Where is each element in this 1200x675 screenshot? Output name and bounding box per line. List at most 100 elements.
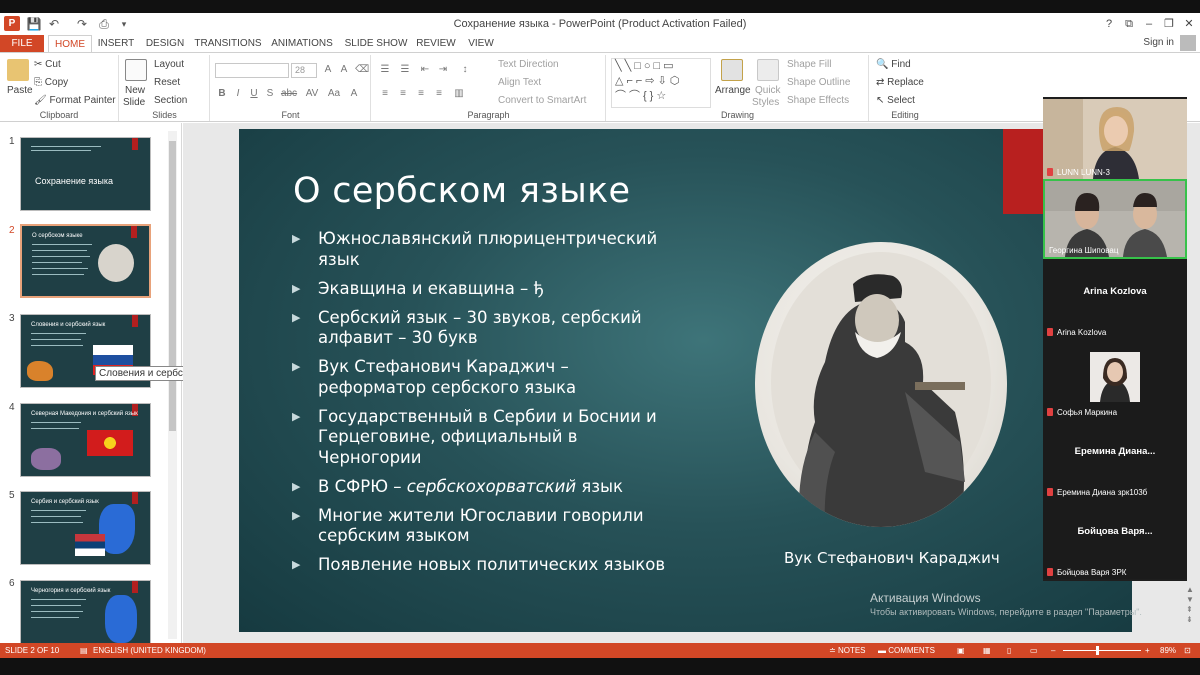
align-text-button[interactable]: Align Text	[498, 77, 541, 88]
underline-button[interactable]: U	[247, 87, 261, 101]
fit-to-window-icon[interactable]: ⊡	[1184, 646, 1191, 655]
slide-thumbnail-2[interactable]: О сербском языке	[20, 224, 151, 298]
participant-tile-video[interactable]: LUNN LUNN-3	[1043, 99, 1187, 179]
tab-animations[interactable]: ANIMATIONS	[268, 35, 336, 52]
new-slide-icon[interactable]	[125, 59, 147, 81]
normal-view-icon[interactable]: ▣	[957, 646, 965, 655]
thumbnail-scrollbar[interactable]	[168, 131, 177, 639]
tab-insert[interactable]: INSERT	[96, 35, 136, 52]
slide-thumbnail-4[interactable]: Северная Македония и сербский язык	[20, 403, 151, 477]
slide-title[interactable]: О сербском языке	[293, 171, 630, 211]
arrange-icon[interactable]	[721, 59, 743, 81]
karadzic-portrait[interactable]	[755, 242, 1007, 527]
paste-icon[interactable]	[7, 59, 29, 81]
bold-button[interactable]: B	[215, 87, 229, 101]
new-slide-label[interactable]: New	[125, 85, 145, 96]
scroll-up-icon[interactable]: ▲	[1186, 585, 1198, 595]
comments-button[interactable]: ▬ COMMENTS	[878, 646, 935, 655]
tab-review[interactable]: REVIEW	[414, 35, 458, 52]
grow-font-icon[interactable]: A	[321, 63, 335, 77]
select-button[interactable]: ↖ Select	[876, 95, 915, 106]
align-right-icon[interactable]: ≡	[414, 87, 428, 101]
sign-in-link[interactable]: Sign in	[1143, 37, 1174, 48]
format-painter-button[interactable]: 🖌 Format Painter	[34, 95, 116, 106]
slide-thumbnail-1[interactable]: Сохранение языка	[20, 137, 151, 211]
shape-effects-button[interactable]: Shape Effects	[787, 95, 849, 106]
increase-indent-icon[interactable]: ⇥	[436, 63, 450, 77]
shape-fill-button[interactable]: Shape Fill	[787, 59, 831, 70]
minimize-button[interactable]: –	[1140, 16, 1158, 32]
change-case-button[interactable]: Aa	[325, 87, 343, 101]
quick-styles-label[interactable]: Quick	[755, 85, 781, 96]
notes-button[interactable]: ≐ NOTES	[829, 646, 866, 655]
participant-tile-video-active[interactable]: Георгина Шиповац	[1043, 179, 1187, 259]
shadow-button[interactable]: S	[263, 87, 277, 101]
find-button[interactable]: 🔍 Find	[876, 59, 911, 70]
prev-slide-icon[interactable]: ⇞	[1186, 605, 1198, 615]
help-button[interactable]: ?	[1100, 16, 1118, 32]
section-button[interactable]: Section	[154, 95, 187, 106]
tab-slide-show[interactable]: SLIDE SHOW	[342, 35, 410, 52]
slide-thumbnail-5[interactable]: Сербия и сербский язык	[20, 491, 151, 565]
columns-icon[interactable]: ▥	[452, 87, 466, 101]
participant-tile-name[interactable]: Arina Kozlova Arina Kozlova	[1043, 259, 1187, 339]
zoom-slider-thumb[interactable]	[1096, 646, 1099, 655]
zoom-in-button[interactable]: +	[1145, 646, 1150, 655]
text-direction-button[interactable]: Text Direction	[498, 59, 559, 70]
reading-view-icon[interactable]: ▯	[1007, 646, 1011, 655]
current-slide[interactable]: О сербском языке ▶ Южнославянский плюрице…	[239, 129, 1132, 632]
tab-design[interactable]: DESIGN	[142, 35, 188, 52]
scroll-down-icon[interactable]: ▼	[1186, 595, 1198, 605]
participant-tile-name[interactable]: Бойцова Варя... Бойцова Варя ЗРК	[1043, 499, 1187, 579]
shape-outline-button[interactable]: Shape Outline	[787, 77, 850, 88]
font-color-button[interactable]: A	[347, 87, 361, 101]
slide-bullet-list[interactable]: ▶ Южнославянский плюрицентрический язык ▶…	[292, 229, 672, 584]
layout-button[interactable]: Layout	[154, 59, 184, 70]
arrange-button[interactable]: Arrange	[715, 85, 751, 96]
convert-smartart-button[interactable]: Convert to SmartArt	[498, 95, 586, 106]
char-spacing-button[interactable]: AV	[303, 87, 321, 101]
participant-tile-name[interactable]: Еремина Диана... Еремина Диана зрк103б	[1043, 419, 1187, 499]
tab-view[interactable]: VIEW	[462, 35, 500, 52]
quick-styles-icon[interactable]	[757, 59, 779, 81]
font-size-combo[interactable]: 28	[291, 63, 317, 78]
slide-counter[interactable]: SLIDE 2 OF 10	[5, 646, 59, 655]
replace-button[interactable]: ⇄ Replace	[876, 77, 924, 88]
zoom-slider[interactable]	[1063, 646, 1141, 655]
zoom-level[interactable]: 89%	[1160, 646, 1176, 655]
zoom-out-button[interactable]: –	[1051, 646, 1055, 655]
participant-tile-photo[interactable]: Софья Маркина	[1043, 339, 1187, 419]
next-slide-icon[interactable]: ⇟	[1186, 615, 1198, 625]
cut-button[interactable]: ✂ Cut	[34, 59, 61, 70]
tab-transitions[interactable]: TRANSITIONS	[194, 35, 262, 52]
quick-styles-label2[interactable]: Styles	[752, 97, 779, 108]
new-slide-label2[interactable]: Slide	[123, 97, 145, 108]
tab-file[interactable]: FILE	[0, 35, 44, 52]
close-button[interactable]: ✕	[1180, 16, 1198, 32]
align-left-icon[interactable]: ≡	[378, 87, 392, 101]
decrease-indent-icon[interactable]: ⇤	[418, 63, 432, 77]
shrink-font-icon[interactable]: A	[337, 63, 351, 77]
slideshow-view-icon[interactable]: ▭	[1030, 646, 1038, 655]
editor-scrollbar[interactable]: ▲ ▼ ⇞ ⇟	[1186, 585, 1198, 640]
line-spacing-icon[interactable]: ↕	[458, 63, 472, 77]
language-indicator[interactable]: ENGLISH (UNITED KINGDOM)	[93, 646, 206, 655]
slide-sorter-icon[interactable]: ▦	[983, 646, 991, 655]
paste-button[interactable]: Paste	[7, 85, 33, 96]
align-center-icon[interactable]: ≡	[396, 87, 410, 101]
spellcheck-icon[interactable]: ▤	[80, 646, 88, 655]
copy-button[interactable]: ⎘ Copy	[34, 77, 68, 88]
tab-home[interactable]: HOME	[48, 35, 92, 52]
justify-icon[interactable]: ≡	[432, 87, 446, 101]
strikethrough-button[interactable]: abc	[279, 87, 299, 101]
thumbnail-scroll-thumb[interactable]	[169, 141, 176, 431]
maximize-button[interactable]: ❐	[1160, 16, 1178, 32]
font-name-combo[interactable]	[215, 63, 289, 78]
italic-button[interactable]: I	[231, 87, 245, 101]
shapes-gallery[interactable]: ╲╲□○□▭ △⌐⌐⇨⇩⬡ ⌒⌒{}☆	[611, 58, 711, 108]
ribbon-display-options-button[interactable]: ⧉	[1120, 16, 1138, 32]
clear-formatting-icon[interactable]: ⌫	[355, 63, 369, 77]
numbering-icon[interactable]: ☰	[398, 63, 412, 77]
reset-button[interactable]: Reset	[154, 77, 180, 88]
account-avatar[interactable]	[1180, 35, 1196, 51]
